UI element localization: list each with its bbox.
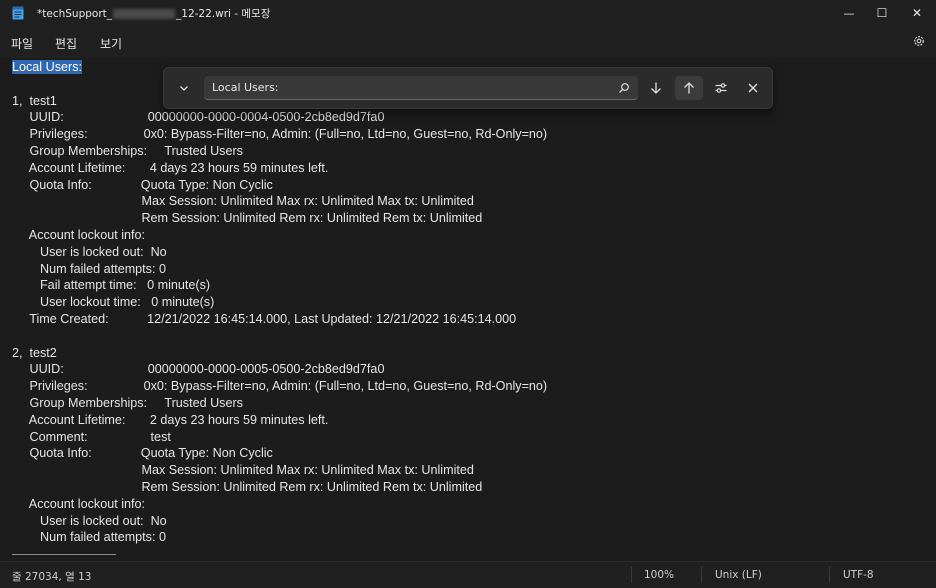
document-line: Rem Session: Unlimited Rem rx: Unlimited… bbox=[12, 211, 483, 226]
status-divider bbox=[701, 567, 702, 583]
document-line: Comment: test bbox=[12, 429, 171, 444]
close-window-button[interactable]: ✕ bbox=[900, 0, 934, 26]
document-line: Account Lifetime: 4 days 23 hours 59 min… bbox=[12, 160, 329, 175]
status-bar: 줄 27034, 열 13 100% Unix (LF) UTF-8 bbox=[0, 561, 936, 588]
title-bar[interactable]: *techSupport_ _12-22.wri - 메모장 — ☐ ✕ bbox=[0, 0, 936, 26]
zoom-level[interactable]: 100% bbox=[644, 569, 674, 581]
document-line: Num failed attempts: 0 bbox=[12, 530, 166, 545]
document-line: Max Session: Unlimited Max rx: Unlimited… bbox=[12, 463, 474, 478]
find-panel: Local Users: bbox=[163, 67, 773, 109]
cursor-position: 줄 27034, 열 13 bbox=[12, 571, 92, 583]
minimize-icon: — bbox=[843, 6, 855, 20]
close-find-button[interactable] bbox=[739, 76, 767, 100]
find-next-button[interactable] bbox=[642, 76, 670, 100]
find-previous-button[interactable] bbox=[675, 76, 703, 100]
find-options-button[interactable] bbox=[707, 76, 735, 100]
document-line: Account lockout info: bbox=[12, 496, 146, 511]
close-icon: ✕ bbox=[911, 6, 923, 20]
minimize-button[interactable]: — bbox=[832, 0, 866, 26]
document-line: Fail attempt time: 0 minute(s) bbox=[12, 278, 211, 293]
document-line: 2, test2 bbox=[12, 345, 57, 360]
selected-text: Local Users: bbox=[12, 60, 82, 74]
window-title-prefix: *techSupport_ bbox=[37, 8, 113, 20]
document-line: Rem Session: Unlimited Rem rx: Unlimited… bbox=[12, 479, 483, 494]
notepad-icon bbox=[12, 6, 24, 20]
document-line: Group Memberships: Trusted Users bbox=[12, 143, 243, 158]
document-line: Quota Info: Quota Type: Non Cyclic bbox=[12, 177, 273, 192]
document-line: Account Lifetime: 2 days 23 hours 59 min… bbox=[12, 412, 329, 427]
line-ending[interactable]: Unix (LF) bbox=[715, 569, 762, 581]
maximize-button[interactable]: ☐ bbox=[865, 0, 899, 26]
search-icon[interactable] bbox=[618, 82, 630, 94]
maximize-icon: ☐ bbox=[876, 6, 888, 20]
text-editor[interactable]: Local Users: 1, test1 UUID: 00000000-000… bbox=[0, 58, 936, 561]
document-line: UUID: 00000000-0000-0004-0500-2cb8ed9d7f… bbox=[12, 110, 385, 125]
chevron-down-icon bbox=[180, 86, 188, 91]
document-line: Group Memberships: Trusted Users bbox=[12, 395, 243, 410]
document-line: User is locked out: No bbox=[12, 244, 167, 259]
menu-file[interactable]: 파일 bbox=[11, 35, 33, 52]
arrow-up-icon bbox=[684, 82, 694, 94]
status-divider bbox=[829, 567, 830, 583]
horizontal-scrollbar[interactable] bbox=[12, 554, 116, 555]
document-line: Num failed attempts: 0 bbox=[12, 261, 166, 276]
document-line: UUID: 00000000-0000-0005-0500-2cb8ed9d7f… bbox=[12, 362, 385, 377]
window-title-suffix: _12-22.wri - 메모장 bbox=[176, 8, 271, 20]
document-line: Privileges: 0x0: Bypass-Filter=no, Admin… bbox=[12, 127, 548, 142]
document-line: Time Created: 12/21/2022 16:45:14.000, L… bbox=[12, 311, 517, 326]
status-divider bbox=[631, 567, 632, 583]
document-line: User lockout time: 0 minute(s) bbox=[12, 295, 215, 310]
document-line: Max Session: Unlimited Max rx: Unlimited… bbox=[12, 194, 474, 209]
document-line: User is locked out: No bbox=[12, 513, 167, 528]
close-icon bbox=[748, 83, 758, 93]
menu-bar: 파일 편집 보기 bbox=[0, 26, 936, 58]
window-title: *techSupport_ _12-22.wri - 메모장 bbox=[37, 6, 270, 21]
sliders-icon bbox=[715, 83, 727, 93]
document-line bbox=[12, 328, 547, 345]
encoding[interactable]: UTF-8 bbox=[843, 569, 874, 581]
document-line: Privileges: 0x0: Bypass-Filter=no, Admin… bbox=[12, 379, 548, 394]
document-line: Account lockout info: bbox=[12, 227, 146, 242]
menu-edit[interactable]: 편집 bbox=[55, 35, 77, 52]
find-input[interactable]: Local Users: bbox=[204, 76, 638, 100]
gear-icon[interactable] bbox=[912, 34, 926, 48]
arrow-down-icon bbox=[651, 82, 661, 94]
document-line: Quota Info: Quota Type: Non Cyclic bbox=[12, 446, 273, 461]
document-lines: Local Users: 1, test1 UUID: 00000000-000… bbox=[12, 59, 547, 546]
find-input-value: Local Users: bbox=[212, 81, 279, 94]
redacted-segment bbox=[113, 9, 176, 19]
toggle-replace-button[interactable] bbox=[170, 76, 198, 100]
menu-view[interactable]: 보기 bbox=[100, 35, 122, 52]
